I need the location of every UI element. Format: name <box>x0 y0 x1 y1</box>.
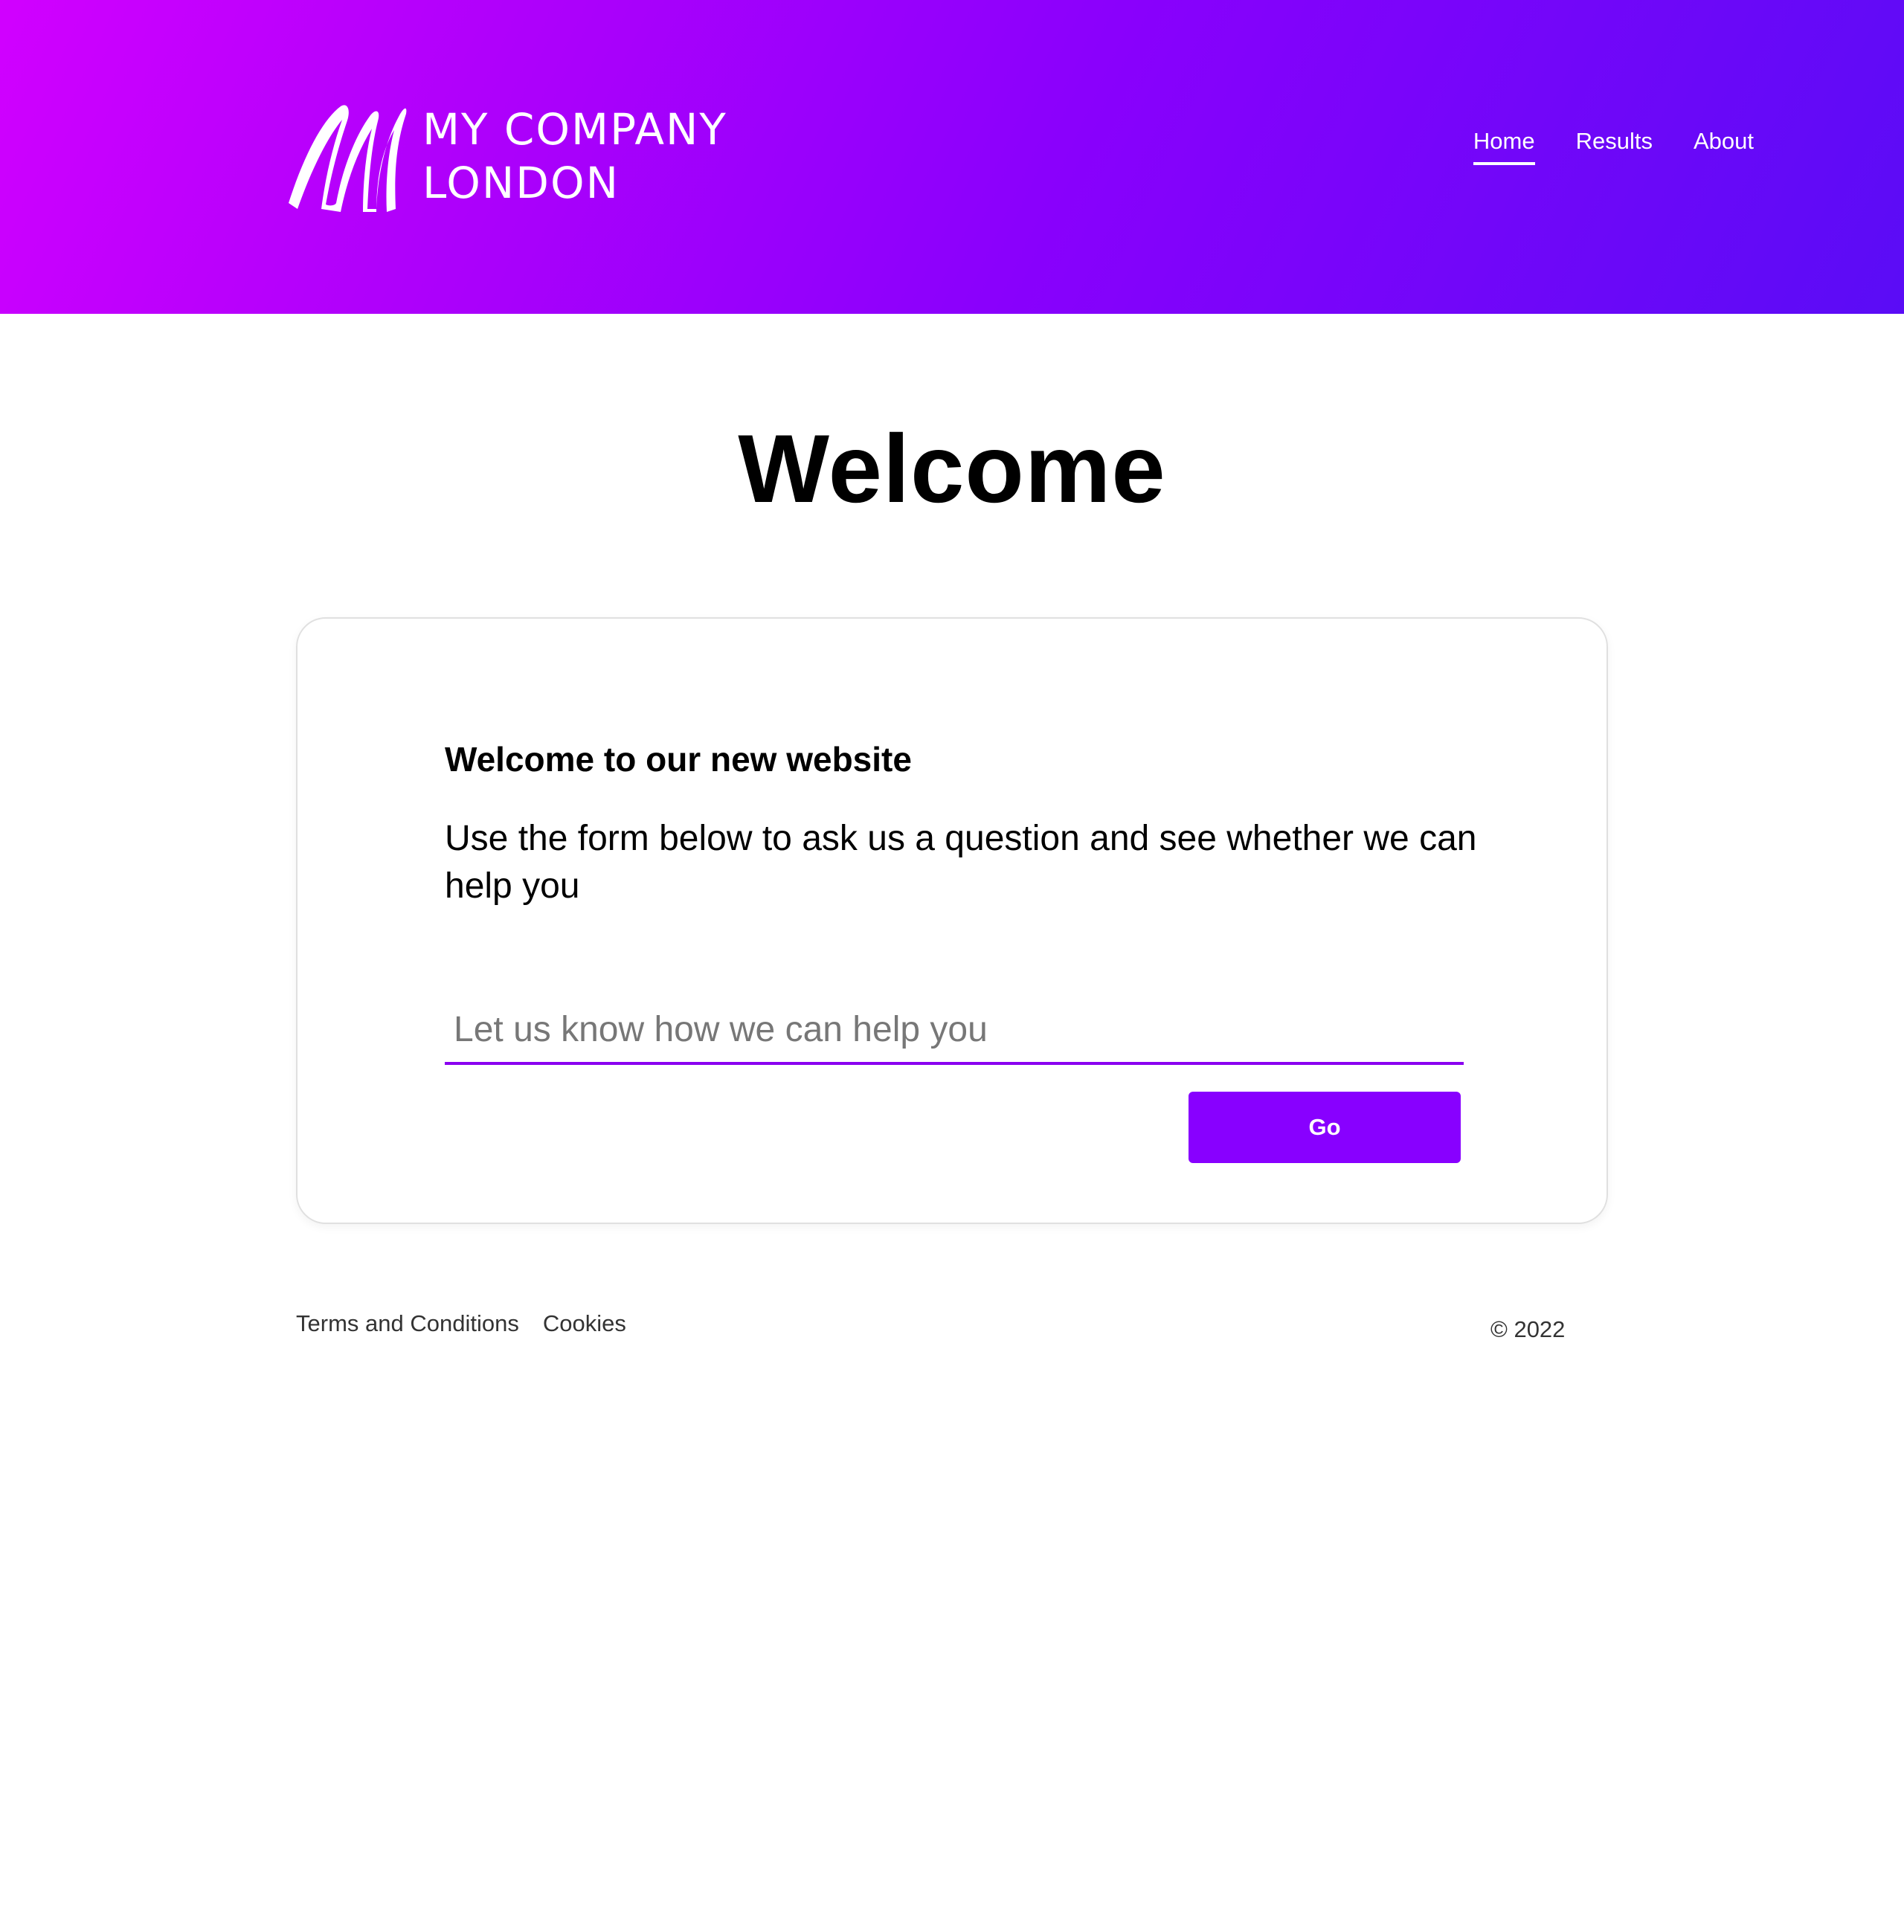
copyright-text: © 2022 <box>1490 1316 1566 1342</box>
main-nav: Home Results About <box>1473 128 1754 165</box>
card-description: Use the form below to ask us a question … <box>445 819 1477 906</box>
cookies-link[interactable]: Cookies <box>543 1310 626 1337</box>
nav-results[interactable]: Results <box>1576 128 1653 165</box>
site-header: MY COMPANY LONDON Home Results About <box>0 0 1904 314</box>
question-card: Welcome to our new website Use the form … <box>296 617 1608 1224</box>
terms-link[interactable]: Terms and Conditions <box>296 1310 519 1337</box>
nav-about[interactable]: About <box>1694 128 1754 165</box>
script-m-logo-icon <box>289 105 407 212</box>
nav-home[interactable]: Home <box>1473 128 1535 165</box>
page-title: Welcome <box>738 414 1166 523</box>
logo-line-2: LONDON <box>422 158 620 208</box>
company-logo[interactable]: MY COMPANY LONDON <box>283 100 727 212</box>
logo-wordmark: MY COMPANY LONDON <box>422 103 727 210</box>
card-heading: Welcome to our new website <box>445 740 912 779</box>
logo-line-1: MY COMPANY <box>422 104 727 155</box>
question-input[interactable] <box>445 996 1464 1065</box>
footer-links: Terms and Conditions Cookies <box>296 1310 626 1337</box>
go-button[interactable]: Go <box>1189 1092 1461 1163</box>
